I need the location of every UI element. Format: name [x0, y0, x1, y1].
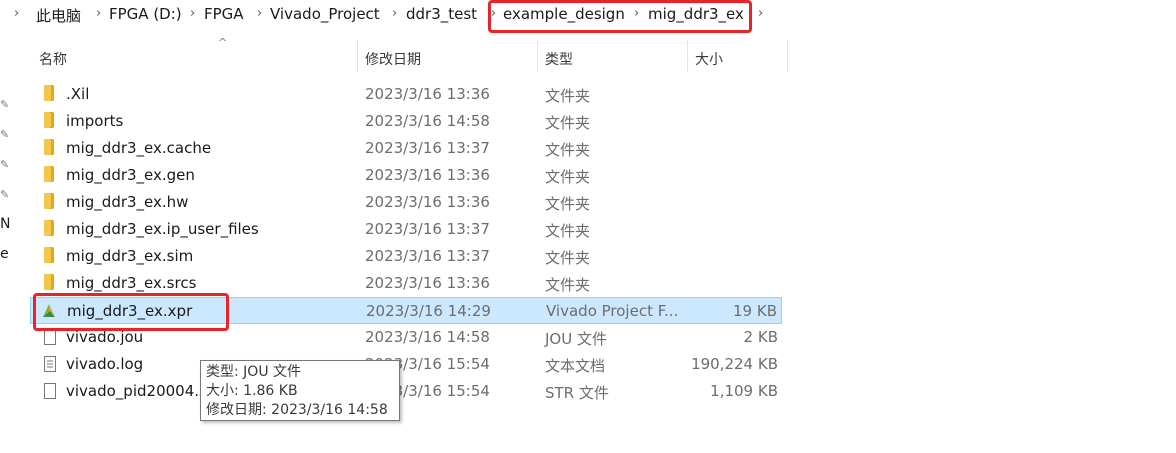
nav-item-label[interactable]: N [0, 216, 10, 232]
pin-icon[interactable]: ✎ [0, 188, 9, 201]
folder-icon [44, 247, 54, 263]
file-date: 2023/3/16 13:37 [365, 139, 490, 157]
list-item[interactable]: mig_ddr3_ex.hw 2023/3/16 13:36 文件夹 [30, 189, 782, 216]
list-item[interactable]: vivado_pid20004.s 2023/3/16 15:54 STR 文件… [30, 378, 782, 405]
file-type: 文件夹 [545, 87, 591, 105]
xpr-highlight-box [33, 293, 229, 331]
file-type: JOU 文件 [545, 330, 607, 348]
pin-icon[interactable]: ✎ [0, 128, 9, 141]
file-date: 2023/3/16 13:36 [365, 166, 490, 184]
file-type: 文件夹 [545, 114, 591, 132]
column-header-size[interactable]: 大小 [695, 49, 723, 69]
list-item[interactable]: .Xil 2023/3/16 13:36 文件夹 [30, 81, 782, 108]
file-size: 190,224 KB [691, 355, 778, 373]
file-type: 文件夹 [545, 222, 591, 240]
breadcrumb-fpga[interactable]: FPGA [204, 5, 244, 23]
file-date: 2023/3/16 13:36 [365, 193, 490, 211]
file-type: Vivado Project F... [546, 302, 679, 320]
list-item[interactable]: mig_ddr3_ex.cache 2023/3/16 13:37 文件夹 [30, 135, 782, 162]
folder-icon [44, 193, 54, 209]
file-name: mig_ddr3_ex.cache [66, 139, 212, 157]
folder-icon [44, 112, 54, 128]
file-type: 文件夹 [545, 195, 591, 213]
tooltip-modified: 修改日期: 2023/3/16 14:58 [206, 402, 388, 418]
file-name: imports [66, 112, 124, 130]
text-file-icon [44, 356, 56, 372]
pin-icon[interactable]: ✎ [0, 98, 9, 111]
column-divider[interactable] [357, 40, 358, 72]
file-type: 文件夹 [545, 249, 591, 267]
chevron-right-icon[interactable]: › [96, 6, 101, 21]
file-name: mig_ddr3_ex.hw [66, 193, 189, 211]
folder-icon [44, 220, 54, 236]
navigation-pane[interactable]: ✎ ✎ ✎ ✎ N e [0, 30, 20, 453]
chevron-right-icon[interactable]: › [392, 6, 397, 21]
breadcrumb-this-pc[interactable]: 此电脑 [36, 5, 81, 26]
file-type: STR 文件 [545, 384, 609, 402]
column-header-name[interactable]: 名称 [39, 49, 67, 69]
list-item[interactable]: vivado.log 2023/3/16 15:54 文本文档 190,224 … [30, 351, 782, 378]
file-date: 2023/3/16 13:36 [365, 274, 490, 292]
chevron-right-icon[interactable]: › [758, 6, 763, 21]
breadcrumb-highlight-box [488, 0, 752, 33]
nav-item-label[interactable]: e [0, 246, 9, 262]
file-type: 文件夹 [545, 276, 591, 294]
breadcrumb-vivado-project[interactable]: Vivado_Project [270, 5, 380, 23]
tooltip-type: 类型: JOU 文件 [206, 364, 302, 380]
file-date: 2023/3/16 14:58 [365, 328, 490, 346]
file-date: 2023/3/16 14:29 [366, 302, 491, 320]
tooltip-size: 大小: 1.86 KB [206, 383, 298, 399]
column-divider[interactable] [687, 40, 688, 72]
breadcrumb-ddr3-test[interactable]: ddr3_test [406, 5, 477, 23]
file-date: 2023/3/16 13:37 [365, 247, 490, 265]
column-divider[interactable] [537, 40, 538, 72]
pin-icon[interactable]: ✎ [0, 158, 9, 171]
chevron-right-icon[interactable]: › [257, 6, 262, 21]
file-info-tooltip: 类型: JOU 文件 大小: 1.86 KB 修改日期: 2023/3/16 1… [200, 360, 400, 421]
column-header: ^ 名称 修改日期 类型 大小 [30, 36, 790, 72]
file-name: vivado_pid20004.s [66, 382, 207, 400]
folder-icon [44, 85, 54, 101]
folder-icon [44, 166, 54, 182]
column-header-date[interactable]: 修改日期 [365, 49, 421, 69]
file-date: 2023/3/16 14:58 [365, 112, 490, 130]
file-size: 2 KB [743, 328, 778, 346]
address-bar[interactable]: › 此电脑 › FPGA (D:) › FPGA › Vivado_Projec… [0, 0, 1176, 33]
chevron-right-icon: › [14, 6, 20, 21]
sort-ascending-icon: ^ [218, 36, 228, 49]
file-icon [44, 383, 56, 399]
column-divider[interactable] [787, 40, 788, 72]
file-size: 19 KB [733, 302, 777, 320]
file-name: .Xil [66, 85, 90, 103]
file-name: mig_ddr3_ex.gen [66, 166, 195, 184]
file-size: 1,109 KB [710, 382, 778, 400]
file-name: mig_ddr3_ex.sim [66, 247, 194, 265]
column-header-type[interactable]: 类型 [545, 49, 573, 69]
list-item[interactable]: mig_ddr3_ex.sim 2023/3/16 13:37 文件夹 [30, 243, 782, 270]
file-date: 2023/3/16 13:37 [365, 220, 490, 238]
list-item[interactable]: mig_ddr3_ex.ip_user_files 2023/3/16 13:3… [30, 216, 782, 243]
file-date: 2023/3/16 13:36 [365, 85, 490, 103]
file-name: vivado.log [66, 355, 144, 373]
folder-icon [44, 139, 54, 155]
folder-icon [44, 274, 54, 290]
chevron-right-icon[interactable]: › [190, 6, 195, 21]
file-icon [44, 329, 56, 345]
breadcrumb-drive-d[interactable]: FPGA (D:) [109, 5, 182, 23]
list-item[interactable]: imports 2023/3/16 14:58 文件夹 [30, 108, 782, 135]
file-type: 文件夹 [545, 141, 591, 159]
file-type: 文本文档 [545, 357, 606, 375]
list-item[interactable]: mig_ddr3_ex.gen 2023/3/16 13:36 文件夹 [30, 162, 782, 189]
file-name: mig_ddr3_ex.ip_user_files [66, 220, 259, 238]
file-name: mig_ddr3_ex.srcs [66, 274, 197, 292]
file-type: 文件夹 [545, 168, 591, 186]
